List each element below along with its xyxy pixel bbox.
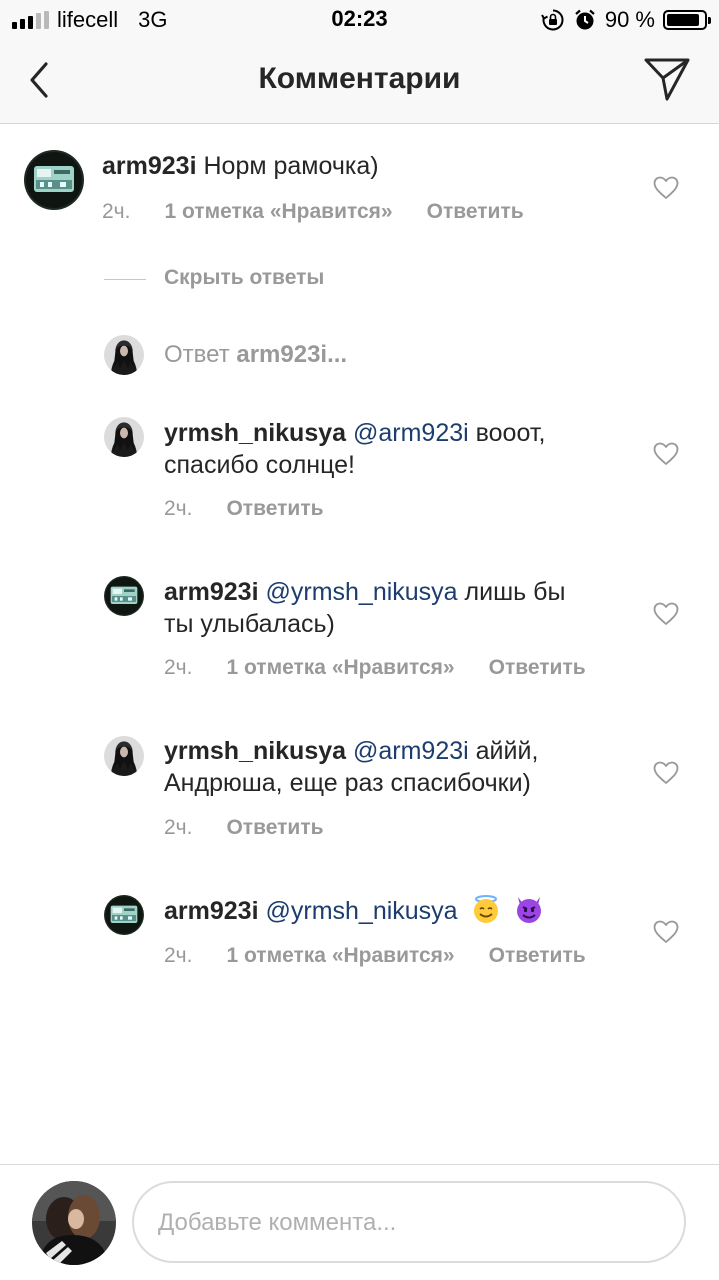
comment-body: вооот, xyxy=(475,419,546,447)
comment-text: arm923i @yrmsh_nikusya лишь бы ты улыбал… xyxy=(164,576,624,640)
comment-time: 2ч. xyxy=(164,944,193,967)
comment-body-line2: Андрюша, еще раз спасибочки) xyxy=(164,769,531,797)
heart-icon[interactable] xyxy=(653,920,679,944)
smiling-imp-icon xyxy=(516,897,541,923)
avatar[interactable] xyxy=(104,895,144,935)
reply-prompt-user: arm923i... xyxy=(236,341,348,368)
heart-icon[interactable] xyxy=(653,442,679,466)
mention-link[interactable]: @arm923i xyxy=(353,419,469,447)
paper-plane-icon[interactable] xyxy=(643,56,691,102)
comment-time: 2ч. xyxy=(164,656,193,679)
alarm-icon xyxy=(575,9,595,30)
comment-body: Норм рамочка) xyxy=(203,152,379,180)
avatar xyxy=(104,335,144,375)
avatar[interactable] xyxy=(104,736,144,776)
comment-username[interactable]: arm923i xyxy=(102,152,197,180)
comment-username[interactable]: yrmsh_nikusya xyxy=(164,419,346,447)
heart-icon[interactable] xyxy=(653,176,679,200)
comment-body-line2: спасибо солнце! xyxy=(164,451,355,479)
avatar xyxy=(32,1181,116,1265)
comment-composer xyxy=(0,1164,719,1280)
comment-likes[interactable]: 1 отметка «Нравится» xyxy=(226,944,454,968)
mention-link[interactable]: @yrmsh_nikusya xyxy=(265,897,457,925)
hide-replies-button[interactable]: Скрыть ответы xyxy=(164,266,324,290)
nav-bar: Комментарии xyxy=(0,40,719,124)
reply-button[interactable]: Ответить xyxy=(489,656,586,680)
comment-time: 2ч. xyxy=(102,200,131,223)
comment-likes[interactable]: 1 отметка «Нравится» xyxy=(226,656,454,680)
status-bar: lifecell 3G 02:23 90 % xyxy=(0,0,719,40)
comment-username[interactable]: arm923i xyxy=(164,578,259,606)
status-right: 90 % xyxy=(540,6,711,34)
reply-prompt[interactable]: Ответ arm923i... xyxy=(104,335,347,375)
mention-link[interactable]: @arm923i xyxy=(353,737,469,765)
comment-username[interactable]: yrmsh_nikusya xyxy=(164,737,346,765)
comment-text: arm923i @yrmsh_nikusya xyxy=(164,894,624,927)
comment-body-line2: ты улыбалась) xyxy=(164,610,335,638)
comment-username[interactable]: arm923i xyxy=(164,897,259,925)
mention-link[interactable]: @yrmsh_nikusya xyxy=(265,578,457,606)
comment-body: аййй, xyxy=(475,737,539,765)
comment-time: 2ч. xyxy=(164,497,193,520)
comment-text: yrmsh_nikusya @arm923i вооот, спасибо со… xyxy=(164,417,624,481)
avatar[interactable] xyxy=(104,576,144,616)
reply-button[interactable]: Ответить xyxy=(226,816,323,840)
rotation-lock-icon xyxy=(540,9,564,31)
comment-meta: 2ч. 1 отметка «Нравится» Ответить xyxy=(102,200,524,224)
comment-time: 2ч. xyxy=(164,816,193,839)
avatar[interactable] xyxy=(104,417,144,457)
comment-input[interactable] xyxy=(156,1183,660,1263)
comment-text: arm923i Норм рамочка) xyxy=(102,150,622,182)
heart-icon[interactable] xyxy=(653,602,679,626)
comment-input-wrapper xyxy=(132,1181,686,1263)
comment-meta: 2ч. Ответить xyxy=(164,497,324,521)
comment-meta: 2ч. 1 отметка «Нравится» Ответить xyxy=(164,944,586,968)
comment-text: yrmsh_nikusya @arm923i аййй, Андрюша, ещ… xyxy=(164,735,624,799)
avatar[interactable] xyxy=(24,150,84,210)
comment-likes[interactable]: 1 отметка «Нравится» xyxy=(164,200,392,224)
divider xyxy=(104,279,146,280)
battery-percent: 90 % xyxy=(604,7,655,32)
reply-prompt-text: Ответ arm923i... xyxy=(164,341,347,369)
page-title: Комментарии xyxy=(258,62,461,95)
comment-meta: 2ч. 1 отметка «Нравится» Ответить xyxy=(164,656,586,680)
heart-icon[interactable] xyxy=(653,761,679,785)
battery-icon xyxy=(663,10,711,30)
smiling-face-with-halo-icon xyxy=(473,895,498,923)
reply-button[interactable]: Ответить xyxy=(427,200,524,224)
reply-prompt-prefix: Ответ xyxy=(164,341,230,368)
reply-button[interactable]: Ответить xyxy=(226,497,323,521)
reply-button[interactable]: Ответить xyxy=(489,944,586,968)
comment-meta: 2ч. Ответить xyxy=(164,816,324,840)
comment-body: лишь бы xyxy=(464,578,566,606)
